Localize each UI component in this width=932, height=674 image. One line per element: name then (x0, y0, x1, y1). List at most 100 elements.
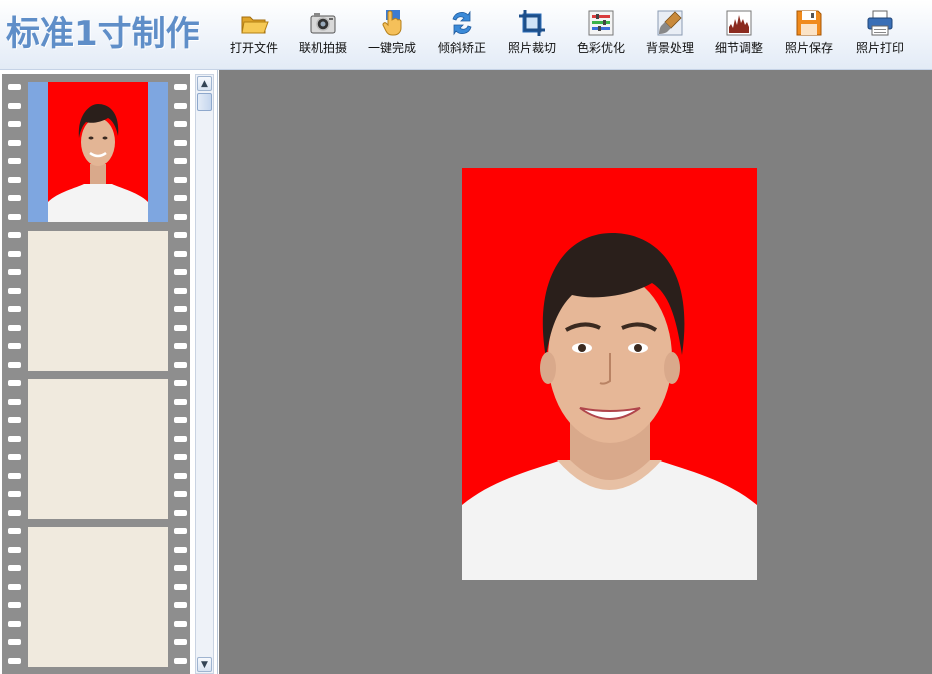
film-perforation (174, 454, 187, 460)
film-perforation (174, 269, 187, 275)
color-optimize-button[interactable]: 色彩优化 (569, 8, 633, 62)
film-perforation (174, 547, 187, 553)
film-perforation (8, 121, 21, 127)
portrait-preview-image (462, 168, 757, 580)
film-perforation (8, 140, 21, 146)
scroll-down-button[interactable]: ▼ (197, 657, 212, 672)
floppy-disk-icon (796, 10, 822, 36)
detail-adjust-label: 细节调整 (714, 41, 763, 55)
film-perforation (174, 510, 187, 516)
crop-icon (519, 10, 545, 36)
film-perforation (8, 547, 21, 553)
film-perforation (8, 658, 21, 664)
film-perforation (8, 195, 21, 201)
film-perforation (174, 491, 187, 497)
one-click-complete-label: 一键完成 (367, 41, 416, 55)
film-perforation (8, 454, 21, 460)
detail-adjust-button[interactable]: 细节调整 (707, 8, 771, 62)
toolbar: 标准1寸制作 打开文件 联机拍摄 一键完成 倾斜矫正 照片裁切 色彩优化 背景处… (0, 0, 932, 70)
thumbnail-slot-2[interactable] (28, 231, 168, 371)
film-perforation (174, 103, 187, 109)
film-perforation (174, 84, 187, 90)
arrow-down-icon: ▼ (201, 659, 208, 670)
film-perforation (8, 473, 21, 479)
rotate-arrows-icon (452, 10, 472, 36)
filmstrip (2, 74, 190, 674)
film-perforation (174, 214, 187, 220)
thumbnail-slot-3[interactable] (28, 379, 168, 519)
film-perforation (174, 140, 187, 146)
app-title: 标准1寸制作 (6, 14, 200, 54)
film-perforation (8, 491, 21, 497)
film-perforation (174, 288, 187, 294)
tilt-correction-label: 倾斜矫正 (437, 41, 486, 55)
preview-photo[interactable] (462, 168, 757, 580)
preview-canvas (219, 70, 932, 674)
film-perforation (8, 380, 21, 386)
film-perforation (8, 343, 21, 349)
background-process-label: 背景处理 (645, 41, 694, 55)
open-file-label: 打开文件 (229, 41, 278, 55)
film-perforation (8, 417, 21, 423)
film-perforation (8, 639, 21, 645)
film-perforation (174, 343, 187, 349)
film-perforation (174, 658, 187, 664)
film-perforation (8, 528, 21, 534)
film-perforation (174, 639, 187, 645)
film-perforation (174, 584, 187, 590)
film-perforation (8, 362, 21, 368)
film-perforation (174, 565, 187, 571)
film-perforation (174, 325, 187, 331)
scroll-up-button[interactable]: ▲ (197, 76, 212, 91)
film-perforation (8, 177, 21, 183)
film-perforation (174, 121, 187, 127)
film-perforation (8, 621, 21, 627)
printer-icon (867, 10, 893, 36)
film-perforation (8, 288, 21, 294)
film-perforation (8, 510, 21, 516)
film-perforation (174, 306, 187, 312)
photo-print-button[interactable]: 照片打印 (848, 8, 912, 62)
background-process-button[interactable]: 背景处理 (638, 8, 702, 62)
film-perforation (174, 602, 187, 608)
photo-save-button[interactable]: 照片保存 (777, 8, 841, 62)
film-perforation (174, 528, 187, 534)
photo-save-label: 照片保存 (784, 41, 833, 55)
film-perforation (174, 251, 187, 257)
film-perforations-left (4, 74, 24, 674)
film-perforation (174, 362, 187, 368)
scrollbar-thumb[interactable] (197, 93, 212, 111)
camera-icon (310, 13, 336, 34)
arrow-up-icon: ▲ (201, 78, 208, 89)
film-perforation (8, 103, 21, 109)
photo-print-label: 照片打印 (855, 41, 904, 55)
paint-brush-icon (657, 10, 683, 36)
film-perforation (174, 177, 187, 183)
color-sliders-icon (588, 10, 614, 36)
folder-open-icon (241, 16, 269, 34)
histogram-icon (726, 10, 752, 36)
film-perforation (8, 232, 21, 238)
film-perforation (8, 306, 21, 312)
thumbnail-slot-1[interactable] (28, 82, 168, 222)
open-file-button[interactable]: 打开文件 (222, 8, 286, 62)
film-perforation (174, 380, 187, 386)
film-perforation (8, 158, 21, 164)
one-click-complete-button[interactable]: 一键完成 (360, 8, 424, 62)
film-perforation (174, 158, 187, 164)
filmstrip-scrollbar[interactable]: ▲ ▼ (195, 74, 214, 674)
color-optimize-label: 色彩优化 (576, 41, 625, 55)
film-perforation (8, 269, 21, 275)
thumbnail-slot-4[interactable] (28, 527, 168, 667)
camera-capture-label: 联机拍摄 (298, 41, 347, 55)
photo-crop-button[interactable]: 照片裁切 (500, 8, 564, 62)
film-perforation (174, 473, 187, 479)
film-perforation (174, 195, 187, 201)
film-perforation (174, 621, 187, 627)
film-perforation (8, 584, 21, 590)
tilt-correction-button[interactable]: 倾斜矫正 (430, 8, 494, 62)
film-perforation (174, 436, 187, 442)
camera-capture-button[interactable]: 联机拍摄 (291, 8, 355, 62)
film-perforation (8, 325, 21, 331)
film-perforation (8, 436, 21, 442)
